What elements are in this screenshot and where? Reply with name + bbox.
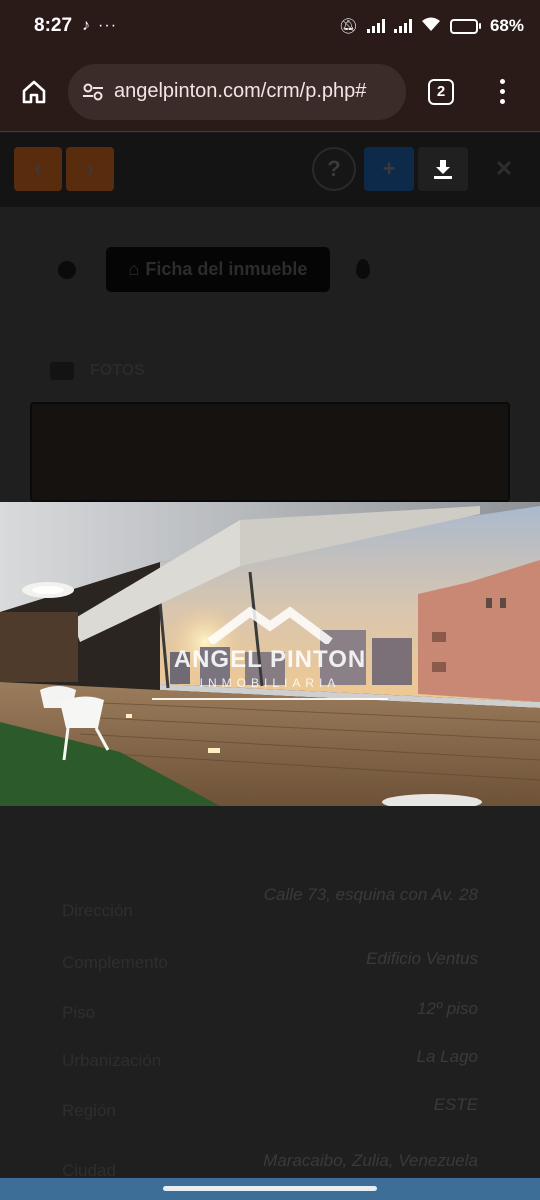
status-icons: 🔕︎ 68% — [339, 16, 524, 36]
home-button[interactable] — [16, 74, 52, 110]
signal-1-icon — [366, 19, 385, 33]
site-settings-icon[interactable] — [82, 82, 104, 102]
tiktok-icon: ♪ — [82, 17, 91, 34]
flame-icon[interactable] — [356, 259, 370, 279]
detail-key: Dirección — [62, 901, 133, 920]
detail-key: Piso — [62, 1003, 96, 1022]
add-button[interactable]: + — [364, 147, 414, 191]
ficha-tab[interactable]: ⌂ Ficha del inmueble — [106, 247, 330, 292]
previous-button[interactable]: ‹ — [14, 147, 62, 191]
fotos-label: FOTOS — [90, 362, 145, 379]
download-button[interactable] — [418, 147, 468, 191]
ficha-label: Ficha del inmueble — [145, 259, 308, 279]
status-time: 8:27 — [34, 15, 73, 36]
browser-toolbar: angelpinton.com/crm/p.php# 2 — [0, 52, 540, 132]
url-text: angelpinton.com/crm/p.php# — [114, 80, 367, 102]
address-bar[interactable]: angelpinton.com/crm/p.php# — [68, 63, 406, 120]
wifi-icon — [421, 16, 441, 36]
signal-2-icon — [393, 19, 412, 33]
property-nav: ⌂ Ficha del inmueble — [0, 245, 540, 295]
balcony-photo — [0, 502, 540, 806]
page-toolbar: ‹ › ? + ✕ — [0, 133, 540, 207]
detail-value: La Lago — [416, 1047, 478, 1066]
detail-value: Calle 73, esquina con Av. 28 — [263, 885, 478, 904]
detail-key: Región — [62, 1101, 116, 1120]
house-icon: ⌂ — [128, 259, 140, 279]
close-button[interactable]: ✕ — [484, 147, 524, 191]
battery-percent: 68% — [489, 16, 524, 35]
help-button[interactable]: ? — [312, 147, 356, 191]
next-button[interactable]: › — [66, 147, 114, 191]
overflow-menu-icon[interactable] — [500, 79, 505, 104]
detail-key: Complemento — [62, 953, 168, 972]
detail-value: 12º piso — [416, 999, 478, 1018]
photo-gallery-frame[interactable] — [30, 402, 510, 502]
mute-icon: 🔕︎ — [338, 18, 358, 35]
status-bar: 8:27 ♪ ··· 🔕︎ 68% — [0, 0, 540, 52]
fotos-header: FOTOS — [50, 359, 145, 383]
battery-icon — [449, 18, 481, 34]
clock-icon[interactable] — [58, 261, 76, 279]
more-notifications-icon: ··· — [98, 17, 118, 34]
phone-screen: 8:27 ♪ ··· 🔕︎ 68% angelpinton.com/crm/p.… — [0, 0, 540, 1200]
property-photo[interactable]: ANGEL PINTON INMOBILIARIA — [0, 502, 540, 806]
download-icon — [434, 160, 452, 179]
home-gesture-handle[interactable] — [163, 1186, 377, 1191]
detail-key: Urbanización — [62, 1051, 162, 1070]
detail-value: Maracaibo, Zulia, Venezuela — [263, 1151, 478, 1170]
detail-value: Edificio Ventus — [366, 949, 478, 968]
tab-switcher-button[interactable]: 2 — [428, 78, 454, 105]
gesture-nav-bar — [0, 1178, 540, 1200]
camera-icon — [50, 362, 74, 380]
detail-value: ESTE — [433, 1095, 478, 1114]
home-icon — [22, 80, 46, 103]
